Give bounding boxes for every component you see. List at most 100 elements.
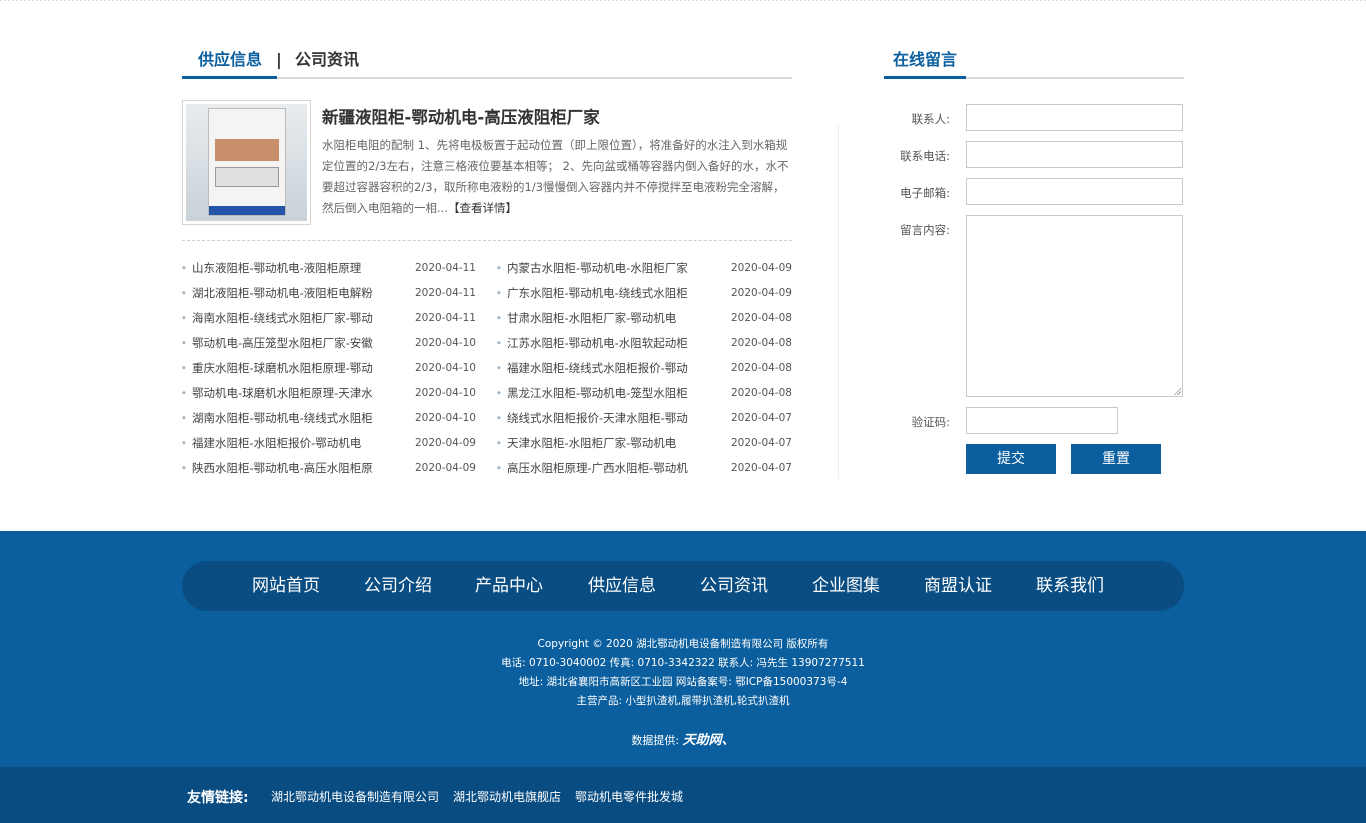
email-label: 电子邮箱:: [900, 186, 950, 200]
tab-supply-info[interactable]: 供应信息: [182, 50, 278, 79]
message-textarea[interactable]: [966, 215, 1183, 397]
news-item-date: 2020-04-08: [730, 387, 792, 399]
news-item-date: 2020-04-08: [730, 337, 792, 349]
cabinet-shape: [208, 108, 286, 216]
news-item-title[interactable]: 黑龙江水阻柜-鄂动机电-笼型水阻柜: [507, 383, 712, 403]
nav-certification[interactable]: 商盟认证: [924, 561, 992, 611]
news-item-date: 2020-04-10: [414, 412, 476, 424]
featured-article: 新疆液阻柜-鄂动机电-高压液阻柜厂家 水阻柜电阻的配制 1、先将电极板置于起动位…: [182, 100, 792, 226]
news-item-date: 2020-04-09: [414, 437, 476, 449]
news-item-title[interactable]: 湖南水阻柜-鄂动机电-绕线式水阻柜: [192, 408, 397, 428]
news-item-date: 2020-04-10: [414, 362, 476, 374]
list-item[interactable]: 湖南水阻柜-鄂动机电-绕线式水阻柜 2020-04-10: [182, 408, 482, 433]
view-details-link[interactable]: 【查看详情】: [448, 201, 517, 215]
news-item-title[interactable]: 江苏水阻柜-鄂动机电-水阻软起动柜: [507, 333, 712, 353]
list-item[interactable]: 天津水阻柜-水阻柜厂家-鄂动机电 2020-04-07: [497, 433, 792, 458]
featured-title[interactable]: 新疆液阻柜-鄂动机电-高压液阻柜厂家: [322, 104, 600, 128]
news-item-title[interactable]: 鄂动机电-高压笼型水阻柜厂家-安徽: [192, 333, 397, 353]
phone-label: 联系电话:: [900, 149, 950, 163]
tab-separator: |: [276, 50, 282, 69]
nav-gallery[interactable]: 企业图集: [812, 561, 880, 611]
news-item-title[interactable]: 湖北液阻柜-鄂动机电-液阻柜电解粉: [192, 283, 397, 303]
news-item-date: 2020-04-10: [414, 387, 476, 399]
footer-products: 主营产品: 小型扒渣机,履带扒渣机,轮式扒渣机: [576, 695, 790, 707]
list-item[interactable]: 高压水阻柜原理-广西水阻柜-鄂动机 2020-04-07: [497, 458, 792, 483]
provider-label: 数据提供:: [631, 734, 680, 747]
list-item[interactable]: 广东水阻柜-鄂动机电-绕线式水阻柜 2020-04-09: [497, 283, 792, 308]
list-item[interactable]: 内蒙古水阻柜-鄂动机电-水阻柜厂家 2020-04-09: [497, 258, 792, 283]
news-item-date: 2020-04-07: [730, 462, 792, 474]
top-dotted-border: [0, 0, 1366, 1]
list-item[interactable]: 江苏水阻柜-鄂动机电-水阻软起动柜 2020-04-08: [497, 333, 792, 358]
list-item[interactable]: 陕西水阻柜-鄂动机电-高压水阻柜原 2020-04-09: [182, 458, 482, 483]
news-section: 供应信息 | 公司资讯 新疆液阻柜-鄂动机电-高压液阻柜厂家 水阻柜电阻的配制 …: [182, 44, 792, 478]
news-item-title[interactable]: 福建水阻柜-水阻柜报价-鄂动机电: [192, 433, 397, 453]
news-item-title[interactable]: 天津水阻柜-水阻柜厂家-鄂动机电: [507, 433, 712, 453]
submit-button[interactable]: 提交: [966, 444, 1056, 474]
news-item-title[interactable]: 绕线式水阻柜报价-天津水阻柜-鄂动: [507, 408, 712, 428]
news-item-date: 2020-04-09: [414, 462, 476, 474]
list-item[interactable]: 鄂动机电-球磨机水阻柜原理-天津水 2020-04-10: [182, 383, 482, 408]
news-item-date: 2020-04-09: [730, 287, 792, 299]
phone-input[interactable]: [966, 141, 1183, 168]
contact-label: 联系人:: [911, 112, 950, 126]
news-list-left: 山东液阻柜-鄂动机电-液阻柜原理 2020-04-11 湖北液阻柜-鄂动机电-液阻…: [182, 258, 482, 483]
list-item[interactable]: 绕线式水阻柜报价-天津水阻柜-鄂动 2020-04-07: [497, 408, 792, 433]
list-item[interactable]: 鄂动机电-高压笼型水阻柜厂家-安徽 2020-04-10: [182, 333, 482, 358]
news-item-title[interactable]: 内蒙古水阻柜-鄂动机电-水阻柜厂家: [507, 258, 712, 278]
friend-link[interactable]: 湖北鄂动机电设备制造有限公司: [271, 788, 439, 805]
news-item-title[interactable]: 福建水阻柜-绕线式水阻柜报价-鄂动: [507, 358, 712, 378]
news-item-title[interactable]: 广东水阻柜-鄂动机电-绕线式水阻柜: [507, 283, 712, 303]
dashed-divider: [182, 240, 792, 241]
news-item-date: 2020-04-09: [730, 262, 792, 274]
news-item-date: 2020-04-07: [730, 437, 792, 449]
news-item-date: 2020-04-11: [414, 312, 476, 324]
footer-contact: 电话: 0710-3040002 传真: 0710-3342322 联系人: 冯…: [501, 657, 865, 669]
cabinet-photo: [186, 104, 307, 221]
news-item-title[interactable]: 甘肃水阻柜-水阻柜厂家-鄂动机电: [507, 308, 712, 328]
news-item-title[interactable]: 海南水阻柜-绕线式水阻柜厂家-鄂动: [192, 308, 397, 328]
news-item-title[interactable]: 山东液阻柜-鄂动机电-液阻柜原理: [192, 258, 397, 278]
featured-desc-text: 水阻柜电阻的配制 1、先将电极板置于起动位置（即上限位置），将准备好的水注入到水…: [322, 138, 789, 215]
nav-home[interactable]: 网站首页: [252, 561, 320, 611]
list-item[interactable]: 黑龙江水阻柜-鄂动机电-笼型水阻柜 2020-04-08: [497, 383, 792, 408]
nav-news[interactable]: 公司资讯: [700, 561, 768, 611]
friend-links-label: 友情链接:: [187, 790, 249, 806]
list-item[interactable]: 海南水阻柜-绕线式水阻柜厂家-鄂动 2020-04-11: [182, 308, 482, 333]
message-form: 在线留言 联系人: 联系电话: 电子邮箱: 留言内容: 验证码: 提交 重置: [884, 44, 1184, 474]
content-label: 留言内容:: [900, 223, 950, 237]
contact-input[interactable]: [966, 104, 1183, 131]
list-item[interactable]: 福建水阻柜-绕线式水阻柜报价-鄂动 2020-04-08: [497, 358, 792, 383]
news-item-date: 2020-04-11: [414, 287, 476, 299]
news-item-date: 2020-04-08: [730, 362, 792, 374]
news-item-date: 2020-04-11: [414, 262, 476, 274]
nav-supply[interactable]: 供应信息: [588, 561, 656, 611]
news-item-title[interactable]: 高压水阻柜原理-广西水阻柜-鄂动机: [507, 458, 712, 478]
news-item-title[interactable]: 鄂动机电-球磨机水阻柜原理-天津水: [192, 383, 397, 403]
captcha-input[interactable]: [966, 407, 1118, 434]
list-item[interactable]: 福建水阻柜-水阻柜报价-鄂动机电 2020-04-09: [182, 433, 482, 458]
message-header: 在线留言: [884, 44, 1184, 79]
list-item[interactable]: 重庆水阻柜-球磨机水阻柜原理-鄂动 2020-04-10: [182, 358, 482, 383]
footer-copyright: Copyright © 2020 湖北鄂动机电设备制造有限公司 版权所有: [537, 638, 829, 650]
list-item[interactable]: 甘肃水阻柜-水阻柜厂家-鄂动机电 2020-04-08: [497, 308, 792, 333]
friend-link[interactable]: 鄂动机电零件批发城: [575, 788, 683, 805]
news-item-date: 2020-04-08: [730, 312, 792, 324]
tab-company-news[interactable]: 公司资讯: [295, 50, 359, 70]
email-input[interactable]: [966, 178, 1183, 205]
data-provider: 数据提供: 天助网、: [0, 729, 1366, 748]
friend-link[interactable]: 湖北鄂动机电旗舰店: [453, 788, 561, 805]
nav-products[interactable]: 产品中心: [475, 561, 543, 611]
resize-handle[interactable]: [1173, 387, 1181, 395]
featured-thumbnail[interactable]: [182, 100, 311, 225]
news-item-date: 2020-04-10: [414, 337, 476, 349]
nav-contact[interactable]: 联系我们: [1036, 561, 1104, 611]
nav-about[interactable]: 公司介绍: [364, 561, 432, 611]
reset-button[interactable]: 重置: [1071, 444, 1161, 474]
list-item[interactable]: 山东液阻柜-鄂动机电-液阻柜原理 2020-04-11: [182, 258, 482, 283]
news-item-title[interactable]: 陕西水阻柜-鄂动机电-高压水阻柜原: [192, 458, 397, 478]
news-item-title[interactable]: 重庆水阻柜-球磨机水阻柜原理-鄂动: [192, 358, 397, 378]
list-item[interactable]: 湖北液阻柜-鄂动机电-液阻柜电解粉 2020-04-11: [182, 283, 482, 308]
news-item-date: 2020-04-07: [730, 412, 792, 424]
provider-logo[interactable]: 天助网、: [683, 733, 735, 748]
